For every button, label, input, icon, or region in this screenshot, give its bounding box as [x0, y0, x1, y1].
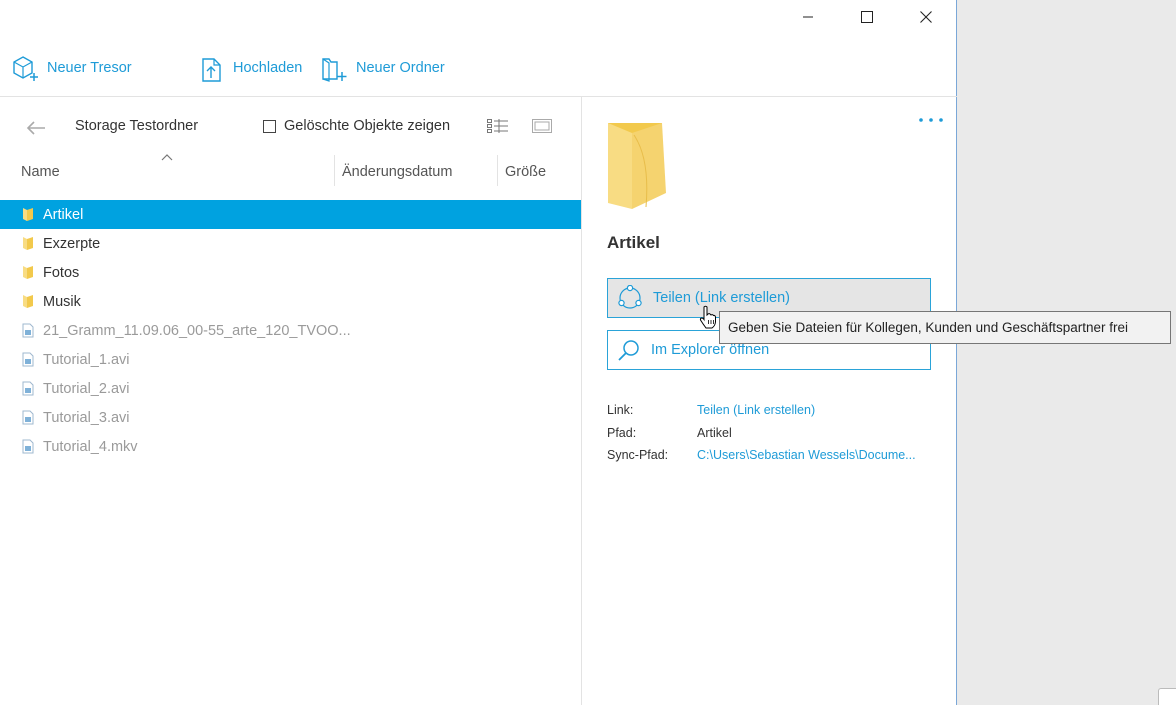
- video-file-icon: [22, 352, 36, 368]
- minimize-icon: [802, 16, 813, 18]
- minimize-button[interactable]: [778, 0, 837, 34]
- video-file-icon: [22, 381, 36, 397]
- file-name: Exzerpte: [43, 235, 101, 252]
- hand-cursor-icon: [699, 305, 716, 329]
- close-button[interactable]: [896, 0, 955, 34]
- file-name: Tutorial_4.mkv: [43, 438, 138, 455]
- folder-icon: [22, 236, 36, 252]
- file-row[interactable]: 21_Gramm_11.09.06_00-55_arte_120_TVOO...: [0, 316, 581, 345]
- column-header-size[interactable]: Größe: [505, 156, 546, 188]
- file-name: Fotos: [43, 264, 80, 281]
- new-folder-button[interactable]: Neuer Ordner: [321, 52, 445, 84]
- file-name: Artikel: [43, 206, 84, 223]
- file-list: Artikel Exzerpte Fotos Musik 21_Gramm_11.09.…: [0, 200, 581, 461]
- file-name: Tutorial_2.avi: [43, 380, 130, 397]
- folder-icon: [22, 294, 36, 310]
- property-path: Pfad: Artikel: [607, 422, 916, 445]
- column-header-date[interactable]: Änderungsdatum: [342, 156, 452, 188]
- file-browser: Storage Testordner Gelöschte Objekte zei…: [0, 97, 581, 705]
- properties-list: Link: Teilen (Link erstellen) Pfad: Arti…: [607, 399, 916, 467]
- maximize-icon: [860, 11, 873, 23]
- new-vault-label: Neuer Tresor: [47, 60, 132, 76]
- new-vault-button[interactable]: Neuer Tresor: [12, 52, 132, 84]
- breadcrumb[interactable]: Storage Testordner: [75, 118, 198, 134]
- maximize-button[interactable]: [837, 0, 896, 34]
- more-options-icon[interactable]: [918, 115, 944, 125]
- folder-row[interactable]: Exzerpte: [0, 229, 581, 258]
- column-header-name[interactable]: Name: [21, 156, 321, 188]
- file-row[interactable]: Tutorial_3.avi: [0, 403, 581, 432]
- folder-row[interactable]: Fotos: [0, 258, 581, 287]
- folder-icon: [22, 265, 36, 281]
- file-name: Tutorial_1.avi: [43, 351, 130, 368]
- file-row[interactable]: Tutorial_1.avi: [0, 345, 581, 374]
- list-view-icon[interactable]: [487, 118, 509, 134]
- close-icon: [919, 11, 932, 23]
- property-label: Link:: [607, 403, 634, 418]
- folder-icon: [22, 207, 36, 223]
- search-icon: [618, 340, 639, 361]
- upload-button[interactable]: Hochladen: [200, 52, 302, 84]
- file-row[interactable]: Tutorial_2.avi: [0, 374, 581, 403]
- app-window: Neuer Tresor Hochladen Neuer Ordner Stor…: [0, 0, 957, 705]
- folder-row[interactable]: Artikel: [0, 200, 581, 229]
- new-vault-icon: [13, 56, 38, 81]
- file-name: 21_Gramm_11.09.06_00-55_arte_120_TVOO...: [43, 322, 351, 339]
- property-label: Pfad:: [607, 425, 637, 440]
- show-deleted-toggle[interactable]: Gelöschte Objekte zeigen: [263, 118, 450, 134]
- file-name: Musik: [43, 293, 81, 310]
- upload-icon: [202, 58, 221, 82]
- open-in-explorer-label: Im Explorer öffnen: [651, 342, 770, 358]
- sync-path-link[interactable]: C:\Users\Sebastian Wessels\Docume...: [697, 448, 916, 462]
- column-divider[interactable]: [497, 155, 498, 186]
- property-sync-path: Sync-Pfad: C:\Users\Sebastian Wessels\Do…: [607, 444, 916, 467]
- toolbar: Neuer Tresor Hochladen Neuer Ordner: [0, 44, 957, 92]
- property-label: Sync-Pfad:: [607, 448, 669, 463]
- upload-label: Hochladen: [233, 60, 303, 76]
- details-pane: Artikel Teilen (Link erstellen) Im Explo…: [582, 97, 957, 705]
- preview-pane-icon[interactable]: [532, 118, 552, 134]
- background-window-corner: [1158, 688, 1176, 705]
- video-file-icon: [22, 323, 36, 339]
- property-link: Link: Teilen (Link erstellen): [607, 399, 916, 422]
- back-arrow-icon: [26, 121, 45, 135]
- show-deleted-checkbox[interactable]: [263, 119, 276, 133]
- share-link-label: Teilen (Link erstellen): [653, 290, 791, 306]
- video-file-icon: [22, 410, 36, 426]
- share-icon: [618, 285, 642, 309]
- file-name: Tutorial_3.avi: [43, 409, 130, 426]
- video-file-icon: [22, 439, 36, 455]
- folder-row[interactable]: Musik: [0, 287, 581, 316]
- tooltip: Geben Sie Dateien für Kollegen, Kunden u…: [719, 311, 1171, 344]
- folder-preview-icon: [608, 123, 666, 209]
- share-link[interactable]: Teilen (Link erstellen): [697, 403, 815, 417]
- show-deleted-label: Gelöschte Objekte zeigen: [284, 118, 451, 134]
- file-row[interactable]: Tutorial_4.mkv: [0, 432, 581, 461]
- column-divider[interactable]: [334, 155, 335, 186]
- detail-title: Artikel: [607, 233, 660, 252]
- new-folder-label: Neuer Ordner: [356, 60, 445, 76]
- property-value: Artikel: [697, 425, 732, 440]
- back-button[interactable]: [26, 119, 50, 137]
- new-folder-icon: [322, 58, 347, 82]
